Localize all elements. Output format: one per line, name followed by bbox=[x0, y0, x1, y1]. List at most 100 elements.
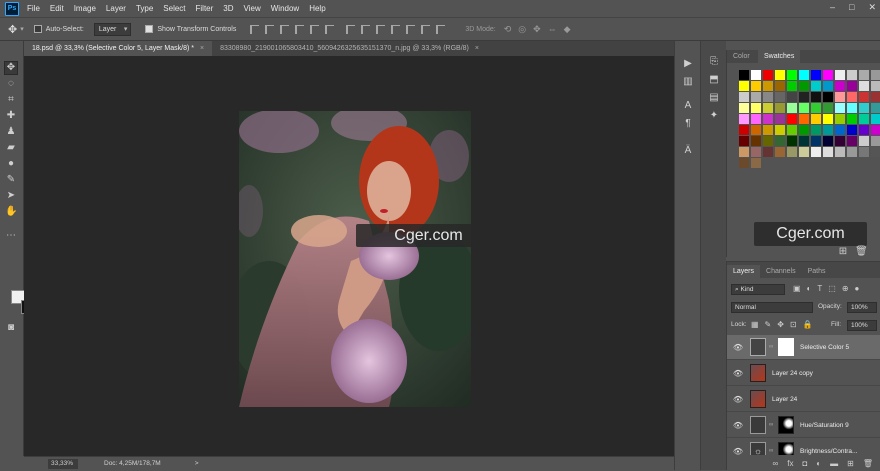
minimize-button[interactable]: – bbox=[830, 2, 835, 13]
auto-select-checkbox[interactable] bbox=[33, 25, 42, 33]
color-swatch[interactable] bbox=[739, 114, 749, 124]
color-swatch[interactable] bbox=[787, 114, 797, 124]
color-swatch[interactable] bbox=[739, 125, 749, 135]
color-swatch[interactable] bbox=[859, 103, 869, 113]
auto-align-icon[interactable] bbox=[436, 24, 446, 34]
menu-type[interactable]: Type bbox=[136, 4, 153, 13]
fx-icon[interactable]: fx bbox=[787, 459, 793, 468]
tab-close-icon[interactable]: × bbox=[475, 45, 479, 52]
link-icon[interactable]: ∞ bbox=[773, 459, 779, 468]
color-swatch[interactable] bbox=[787, 136, 797, 146]
visibility-eye-icon[interactable]: 👁 bbox=[731, 369, 745, 378]
color-swatch[interactable] bbox=[859, 147, 869, 157]
blur-tool-icon[interactable]: ● bbox=[5, 158, 17, 170]
lasso-tool-icon[interactable]: ◌ bbox=[5, 78, 17, 90]
tab-close-icon[interactable]: × bbox=[200, 45, 204, 52]
color-swatch[interactable] bbox=[811, 92, 821, 102]
color-swatch[interactable] bbox=[787, 125, 797, 135]
color-swatch[interactable] bbox=[871, 147, 880, 157]
layer-mask-thumbnail[interactable] bbox=[778, 416, 794, 434]
color-swatch[interactable] bbox=[775, 92, 785, 102]
eraser-tool-icon[interactable]: ▰ bbox=[5, 142, 17, 154]
color-swatch[interactable] bbox=[799, 81, 809, 91]
align-top-icon[interactable] bbox=[250, 24, 260, 34]
pen-tool-icon[interactable]: ✎ bbox=[5, 174, 17, 186]
glyphs-panel-icon[interactable]: Ä bbox=[682, 145, 694, 157]
color-swatch[interactable] bbox=[847, 136, 857, 146]
color-swatch[interactable] bbox=[751, 158, 761, 168]
color-swatch[interactable] bbox=[871, 92, 880, 102]
color-swatch[interactable] bbox=[859, 125, 869, 135]
color-swatch[interactable] bbox=[751, 103, 761, 113]
align-right-icon[interactable] bbox=[325, 24, 335, 34]
tab-channels[interactable]: Channels bbox=[760, 265, 802, 278]
auto-select-target-dropdown[interactable]: Layer bbox=[93, 22, 132, 36]
edit-toolbar-icon[interactable]: ⋯ bbox=[5, 230, 17, 242]
layer-filter-dropdown[interactable]: ⌕ Kind bbox=[731, 284, 785, 295]
color-swatch[interactable] bbox=[859, 81, 869, 91]
color-swatch[interactable] bbox=[775, 125, 785, 135]
color-swatch[interactable] bbox=[835, 114, 845, 124]
color-swatch[interactable] bbox=[763, 136, 773, 146]
trash-icon[interactable]: 🗑 bbox=[863, 459, 873, 468]
color-swatch[interactable] bbox=[775, 81, 785, 91]
layer-row[interactable]: 👁 Layer 24 bbox=[727, 387, 880, 412]
color-swatch[interactable] bbox=[799, 136, 809, 146]
menu-view[interactable]: View bbox=[244, 4, 261, 13]
color-swatch[interactable] bbox=[823, 136, 833, 146]
blend-mode-dropdown[interactable]: Normal bbox=[731, 302, 813, 313]
properties-panel-icon[interactable]: ▤ bbox=[708, 92, 720, 104]
visibility-eye-icon[interactable]: 👁 bbox=[731, 395, 745, 404]
color-swatch[interactable] bbox=[823, 114, 833, 124]
color-swatch[interactable] bbox=[751, 81, 761, 91]
color-swatch[interactable] bbox=[739, 92, 749, 102]
hand-tool-icon[interactable]: ✋ bbox=[5, 206, 17, 218]
menu-3d[interactable]: 3D bbox=[223, 4, 233, 13]
color-swatch[interactable] bbox=[871, 125, 880, 135]
color-swatch[interactable] bbox=[823, 103, 833, 113]
chain-link-icon[interactable]: ∞ bbox=[769, 344, 774, 350]
new-layer-icon[interactable]: ⊞ bbox=[847, 459, 854, 468]
brushes-panel-icon[interactable]: ✦ bbox=[708, 110, 720, 122]
color-swatch[interactable] bbox=[775, 147, 785, 157]
color-swatch[interactable] bbox=[799, 92, 809, 102]
color-swatch[interactable] bbox=[775, 103, 785, 113]
color-swatch[interactable] bbox=[763, 81, 773, 91]
color-swatch[interactable] bbox=[847, 92, 857, 102]
color-swatch[interactable] bbox=[751, 136, 761, 146]
color-swatch[interactable] bbox=[799, 147, 809, 157]
color-swatch[interactable] bbox=[871, 103, 880, 113]
color-swatch[interactable] bbox=[787, 103, 797, 113]
layer-row[interactable]: 👁 Layer 24 copy bbox=[727, 361, 880, 386]
color-swatch[interactable] bbox=[823, 147, 833, 157]
tab-layers[interactable]: Layers bbox=[727, 265, 761, 278]
menu-help[interactable]: Help bbox=[309, 4, 325, 13]
layer-row[interactable]: 👁 ∞ Selective Color 5 bbox=[727, 335, 880, 360]
color-swatch[interactable] bbox=[751, 92, 761, 102]
align-left-icon[interactable] bbox=[295, 24, 305, 34]
distribute-vcenter-icon[interactable] bbox=[361, 24, 371, 34]
color-swatch[interactable] bbox=[847, 147, 857, 157]
tab-swatches[interactable]: Swatches bbox=[757, 50, 801, 63]
quick-mask-icon[interactable]: ◙ bbox=[5, 322, 17, 334]
color-swatch[interactable] bbox=[847, 125, 857, 135]
color-swatch[interactable] bbox=[799, 114, 809, 124]
menu-edit[interactable]: Edit bbox=[50, 4, 64, 13]
fill-field[interactable]: 100% bbox=[847, 320, 877, 331]
color-swatch[interactable] bbox=[871, 81, 880, 91]
color-swatch[interactable] bbox=[847, 70, 857, 80]
align-bottom-icon[interactable] bbox=[280, 24, 290, 34]
new-swatch-icon[interactable]: ⊞ bbox=[837, 246, 849, 258]
color-swatch[interactable] bbox=[835, 125, 845, 135]
color-swatch[interactable] bbox=[859, 70, 869, 80]
tab-color[interactable]: Color bbox=[727, 50, 756, 63]
menu-filter[interactable]: Filter bbox=[196, 4, 214, 13]
color-swatch[interactable] bbox=[763, 103, 773, 113]
play-icon[interactable]: ▶ bbox=[682, 58, 694, 70]
color-swatch[interactable] bbox=[739, 147, 749, 157]
color-swatch[interactable] bbox=[847, 103, 857, 113]
color-swatch[interactable] bbox=[847, 81, 857, 91]
color-swatch[interactable] bbox=[823, 92, 833, 102]
color-swatch[interactable] bbox=[739, 158, 749, 168]
lock-icons[interactable]: ▦✎✥⊡🔒 bbox=[751, 320, 819, 329]
